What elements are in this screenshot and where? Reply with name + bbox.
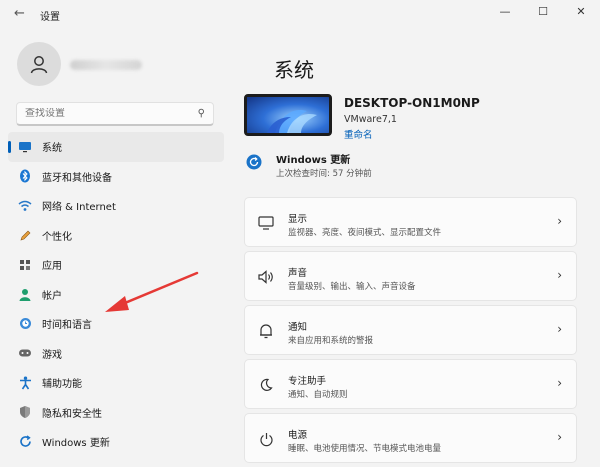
card-subtitle: 来自应用和系统的警报 xyxy=(288,336,374,346)
minimize-button[interactable]: — xyxy=(486,0,524,22)
sidebar-item-label: Windows 更新 xyxy=(42,438,110,450)
sidebar-item-accounts[interactable]: 帐户 xyxy=(8,280,224,310)
search-box[interactable]: ⚲ xyxy=(16,102,214,126)
windows-update-subtitle: 上次检查时间: 57 分钟前 xyxy=(276,169,372,179)
search-icon[interactable]: ⚲ xyxy=(198,108,205,119)
monitor-icon xyxy=(18,140,32,154)
settings-cards: 显示 监视器、亮度、夜间模式、显示配置文件 › 声音 音量级别、输出、输入、声音… xyxy=(244,197,577,467)
shield-icon xyxy=(18,405,32,419)
card-subtitle: 睡眠、电池使用情况、节电模式电池电量 xyxy=(288,444,442,454)
sidebar-item-label: 游戏 xyxy=(42,349,62,361)
sidebar-nav: 系统 蓝牙和其他设备 网络 & Internet 个性化 应用 帐户 时间和语言… xyxy=(8,132,224,457)
sidebar-item-personalization[interactable]: 个性化 xyxy=(8,221,224,251)
sidebar-item-time-language[interactable]: 时间和语言 xyxy=(8,309,224,339)
app-title: 设置 xyxy=(40,12,60,23)
account-icon xyxy=(18,287,32,301)
sidebar-item-label: 系统 xyxy=(42,143,62,155)
globe-clock-icon xyxy=(18,317,32,331)
device-thumbnail xyxy=(244,94,332,136)
card-title: 显示 xyxy=(288,214,308,225)
sidebar-item-system[interactable]: 系统 xyxy=(8,132,224,162)
title-bar: ← 设置 — ☐ ✕ xyxy=(0,0,600,30)
sidebar-item-accessibility[interactable]: 辅助功能 xyxy=(8,368,224,398)
card-notifications[interactable]: 通知 来自应用和系统的警报 › xyxy=(244,305,577,355)
rename-link[interactable]: 重命名 xyxy=(344,127,373,141)
power-icon xyxy=(257,430,275,448)
chevron-right-icon: › xyxy=(557,322,562,336)
chevron-right-icon: › xyxy=(557,214,562,228)
accessibility-icon xyxy=(18,376,32,390)
chevron-right-icon: › xyxy=(557,268,562,282)
gamepad-icon xyxy=(18,346,32,360)
bluetooth-icon xyxy=(18,169,32,183)
display-icon xyxy=(257,214,275,232)
card-subtitle: 通知、自动规则 xyxy=(288,390,348,400)
windows-update-title[interactable]: Windows 更新 xyxy=(276,151,350,166)
sidebar-item-gaming[interactable]: 游戏 xyxy=(8,339,224,369)
sidebar-item-label: 辅助功能 xyxy=(42,379,82,391)
user-name-blurred xyxy=(70,60,142,70)
card-subtitle: 监视器、亮度、夜间模式、显示配置文件 xyxy=(288,228,442,238)
device-model: VMware7,1 xyxy=(344,114,397,125)
sidebar-item-windows-update[interactable]: Windows 更新 xyxy=(8,427,224,457)
speaker-icon xyxy=(257,268,275,286)
update-icon xyxy=(18,435,32,449)
sidebar-item-bluetooth[interactable]: 蓝牙和其他设备 xyxy=(8,162,224,192)
card-title: 电源 xyxy=(288,430,308,441)
chevron-right-icon: › xyxy=(557,376,562,390)
sidebar-item-network[interactable]: 网络 & Internet xyxy=(8,191,224,221)
card-subtitle: 音量级别、输出、输入、声音设备 xyxy=(288,282,416,292)
sidebar-item-label: 隐私和安全性 xyxy=(42,408,102,420)
back-button[interactable]: ← xyxy=(14,6,25,21)
sidebar-item-label: 应用 xyxy=(42,261,62,273)
card-title: 通知 xyxy=(288,322,308,333)
close-button[interactable]: ✕ xyxy=(562,0,600,22)
card-sound[interactable]: 声音 音量级别、输出、输入、声音设备 › xyxy=(244,251,577,301)
card-title: 声音 xyxy=(288,268,308,279)
sidebar: ⚲ 系统 蓝牙和其他设备 网络 & Internet 个性化 xyxy=(0,30,232,467)
bell-icon xyxy=(257,322,275,340)
sidebar-item-label: 网络 & Internet xyxy=(42,202,116,214)
card-display[interactable]: 显示 监视器、亮度、夜间模式、显示配置文件 › xyxy=(244,197,577,247)
maximize-button[interactable]: ☐ xyxy=(524,0,562,22)
card-title: 专注助手 xyxy=(288,376,327,387)
moon-icon xyxy=(257,376,275,394)
wallpaper-bloom-icon xyxy=(247,97,329,133)
sidebar-item-label: 蓝牙和其他设备 xyxy=(42,172,112,184)
search-input[interactable] xyxy=(25,108,195,119)
card-power[interactable]: 电源 睡眠、电池使用情况、节电模式电池电量 › xyxy=(244,413,577,463)
sidebar-item-label: 帐户 xyxy=(42,290,62,302)
apps-icon xyxy=(18,258,32,272)
user-icon xyxy=(30,56,48,74)
sidebar-item-apps[interactable]: 应用 xyxy=(8,250,224,280)
sidebar-item-label: 时间和语言 xyxy=(42,320,92,332)
wifi-icon xyxy=(18,199,32,213)
sidebar-item-label: 个性化 xyxy=(42,231,72,243)
pen-icon xyxy=(18,228,32,242)
chevron-right-icon: › xyxy=(557,430,562,444)
sidebar-item-privacy[interactable]: 隐私和安全性 xyxy=(8,398,224,428)
avatar[interactable] xyxy=(17,42,61,86)
device-name: DESKTOP-ON1M0NP xyxy=(344,96,480,110)
window-controls: — ☐ ✕ xyxy=(486,0,600,24)
page-title: 系统 xyxy=(274,58,314,82)
main-content: 系统 DESKTOP-ON1M0NP VMware7,1 重命名 Windows… xyxy=(232,30,600,467)
windows-update-icon[interactable] xyxy=(246,154,262,170)
card-focus-assist[interactable]: 专注助手 通知、自动规则 › xyxy=(244,359,577,409)
